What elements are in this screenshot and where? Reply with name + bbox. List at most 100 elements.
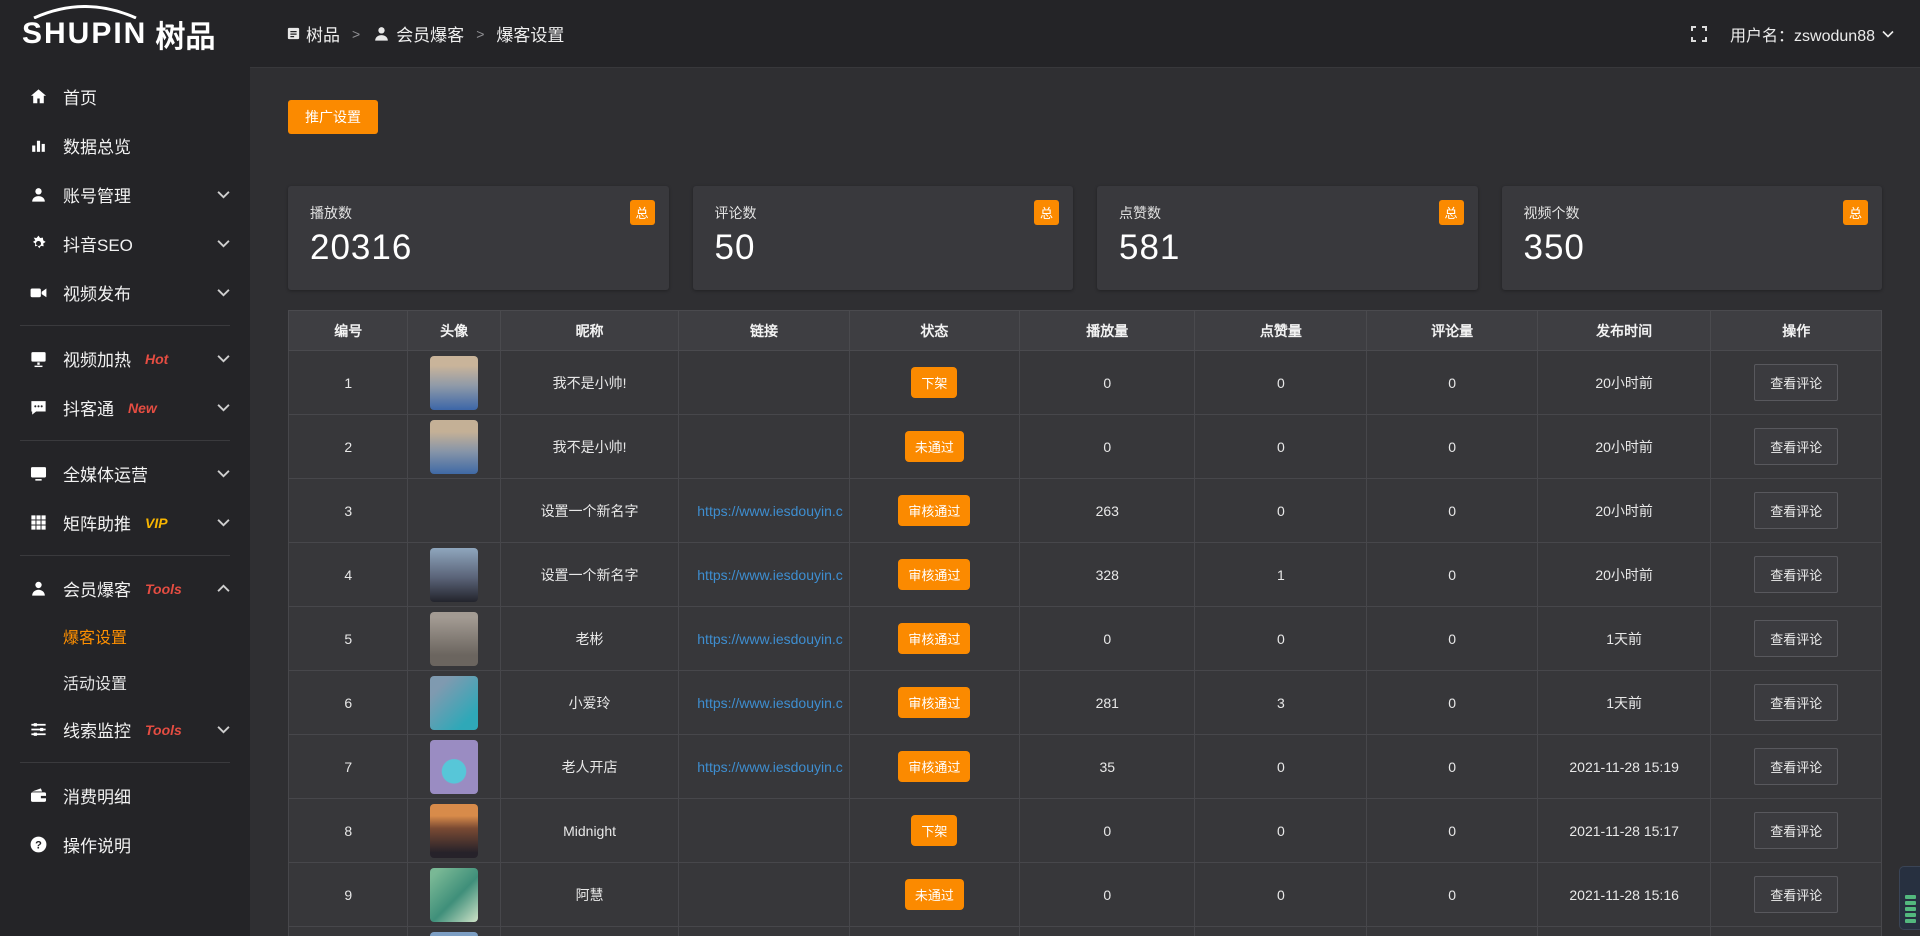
cell-number: 6	[289, 671, 408, 735]
view-comments-button[interactable]: 查看评论	[1754, 364, 1838, 401]
chevron-down-icon	[217, 288, 230, 297]
view-comments-button[interactable]: 查看评论	[1754, 492, 1838, 529]
view-comments-button[interactable]: 查看评论	[1754, 876, 1838, 913]
video-icon	[28, 283, 48, 303]
stat-card-total-badge: 总	[1843, 200, 1868, 225]
sidebar-item-operation-guide[interactable]: ? 操作说明	[0, 820, 250, 869]
floating-widget[interactable]	[1899, 866, 1920, 930]
video-link[interactable]: https://www.iesdouyin.c	[697, 631, 843, 647]
sidebar-item-douyin-seo[interactable]: 抖音SEO	[0, 219, 250, 268]
cell-link: https://www.iesdouyin.c	[679, 479, 849, 543]
cell-link	[679, 927, 849, 936]
logo-text-en: SHUPIN	[22, 17, 147, 51]
cell-link: https://www.iesdouyin.c	[679, 671, 849, 735]
chevron-down-icon	[217, 354, 230, 363]
table-row: 5 老彬 https://www.iesdouyin.c 审核通过 0 0 0 …	[289, 607, 1882, 671]
cell-plays: 263	[1020, 479, 1195, 543]
sliders-icon	[28, 720, 48, 740]
sidebar-item-matrix-boost[interactable]: 矩阵助推VIP	[0, 498, 250, 547]
cell-action: 查看评论	[1711, 607, 1882, 671]
sidebar-item-home[interactable]: 首页	[0, 72, 250, 121]
cell-plays: 0	[1020, 863, 1195, 927]
sidebar-item-video-publish[interactable]: 视频发布	[0, 268, 250, 317]
avatar	[430, 484, 478, 538]
user-menu[interactable]: 用户名：zswodun88	[1730, 22, 1894, 46]
sidebar-item-all-media-operation[interactable]: 全媒体运营	[0, 449, 250, 498]
stat-card-value: 50	[715, 228, 1052, 268]
chevron-down-icon	[217, 518, 230, 527]
status-badge: 下架	[911, 367, 957, 398]
promotion-settings-button[interactable]: 推广设置	[288, 100, 378, 134]
sidebar-subitem-item[interactable]: 活动设置	[0, 659, 250, 705]
sidebar-item-doukeutong[interactable]: 抖客通New	[0, 383, 250, 432]
logo-text-cn: 树品	[155, 12, 215, 56]
sidebar-item-label: 线索监控	[63, 717, 131, 742]
stat-card: 视频个数350总	[1502, 186, 1883, 290]
cell-avatar	[408, 671, 500, 735]
view-comments-button[interactable]: 查看评论	[1754, 428, 1838, 465]
video-link[interactable]: https://www.iesdouyin.c	[697, 759, 843, 775]
column-header: 操作	[1711, 311, 1882, 351]
status-badge: 审核通过	[898, 687, 970, 718]
view-comments-button[interactable]: 查看评论	[1754, 556, 1838, 593]
topbar-right: 用户名：zswodun88	[1690, 22, 1894, 46]
breadcrumb-item[interactable]: 树品	[286, 21, 340, 46]
username-label: 用户名：zswodun88	[1730, 22, 1875, 46]
sidebar-item-label: 操作说明	[63, 832, 131, 857]
records-table: 编号头像昵称链接状态播放量点赞量评论量发布时间操作 1 我不是小帅! 下架 0 …	[288, 310, 1882, 936]
cell-status: 审核通过	[849, 607, 1019, 671]
content: 推广设置 播放数20316总评论数50总点赞数581总视频个数350总 编号头像…	[250, 68, 1920, 936]
cell-action: 查看评论	[1711, 479, 1882, 543]
view-comments-button[interactable]: 查看评论	[1754, 812, 1838, 849]
sidebar-item-video-heat[interactable]: 视频加热Hot	[0, 334, 250, 383]
cell-action: 查看评论	[1711, 799, 1882, 863]
video-link[interactable]: https://www.iesdouyin.c	[697, 567, 843, 583]
sidebar-item-label: 消费明细	[63, 783, 131, 808]
breadcrumb-item[interactable]: 爆客设置	[496, 21, 564, 46]
stat-card-value: 20316	[310, 228, 647, 268]
stat-card-total-badge: 总	[1034, 200, 1059, 225]
cell-comments: 0	[1367, 479, 1537, 543]
status-badge: 审核通过	[898, 751, 970, 782]
avatar	[430, 804, 478, 858]
sidebar-item-clue-monitor[interactable]: 线索监控Tools	[0, 705, 250, 754]
cell-comments: 0	[1367, 543, 1537, 607]
view-comments-button[interactable]: 查看评论	[1754, 620, 1838, 657]
logo-arc-icon	[24, 5, 146, 19]
column-header: 点赞量	[1195, 311, 1367, 351]
sidebar-badge-vip: VIP	[145, 515, 168, 531]
cell-avatar	[408, 799, 500, 863]
breadcrumb: 树品>会员爆客>爆客设置	[286, 21, 564, 46]
avatar	[430, 932, 478, 936]
sidebar-item-data-overview[interactable]: 数据总览	[0, 121, 250, 170]
avatar	[430, 740, 478, 794]
cell-avatar	[408, 735, 500, 799]
stat-card: 点赞数581总	[1097, 186, 1478, 290]
column-header: 编号	[289, 311, 408, 351]
sidebar-item-consume-detail[interactable]: 消费明细	[0, 771, 250, 820]
chevron-down-icon	[217, 469, 230, 478]
view-comments-button[interactable]: 查看评论	[1754, 684, 1838, 721]
sidebar-item-label: 数据总览	[63, 133, 131, 158]
cell-nickname: 小爱玲	[500, 671, 678, 735]
table-row: 3 设置一个新名字 https://www.iesdouyin.c 审核通过 2…	[289, 479, 1882, 543]
cell-status: 下架	[849, 799, 1019, 863]
table-row: 1 我不是小帅! 下架 0 0 0 20小时前 查看评论	[289, 351, 1882, 415]
sidebar-item-account-management[interactable]: 账号管理	[0, 170, 250, 219]
view-comments-button[interactable]: 查看评论	[1754, 748, 1838, 785]
user-icon	[28, 185, 48, 205]
sidebar-item-member-baoke[interactable]: 会员爆客Tools	[0, 564, 250, 613]
video-link[interactable]: https://www.iesdouyin.c	[697, 503, 843, 519]
cell-link	[679, 351, 849, 415]
column-header: 状态	[849, 311, 1019, 351]
cell-nickname: 我不是小帅!	[500, 351, 678, 415]
fullscreen-icon[interactable]	[1690, 25, 1708, 43]
column-header: 发布时间	[1537, 311, 1711, 351]
sidebar-subitem-active[interactable]: 爆客设置	[0, 613, 250, 659]
status-badge: 下架	[911, 815, 957, 846]
cell-likes	[1195, 927, 1367, 936]
help-icon: ?	[28, 835, 48, 855]
video-link[interactable]: https://www.iesdouyin.c	[697, 695, 843, 711]
breadcrumb-item[interactable]: 会员爆客	[372, 21, 464, 46]
cell-likes: 0	[1195, 735, 1367, 799]
